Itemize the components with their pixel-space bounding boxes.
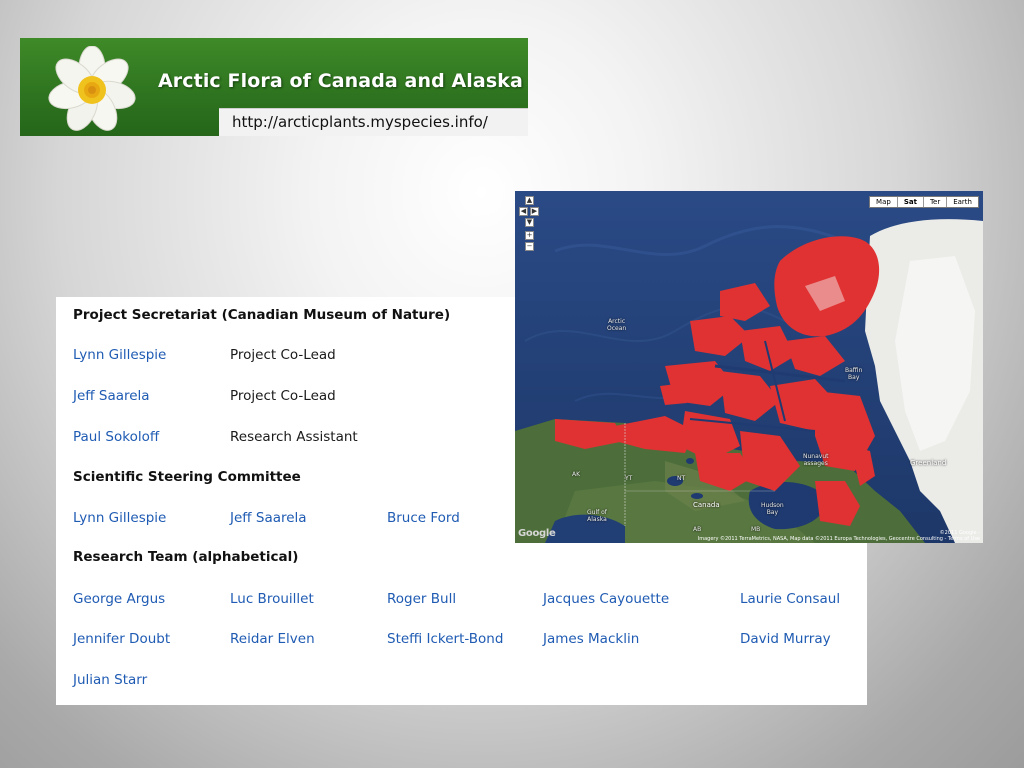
secretariat-name-link[interactable]: Lynn Gillespie bbox=[73, 347, 166, 363]
map-type-switcher: Map Sat Ter Earth bbox=[869, 196, 979, 208]
research-member-link[interactable]: Laurie Consaul bbox=[740, 591, 840, 607]
dryas-flower-logo bbox=[48, 46, 136, 131]
research-member-link[interactable]: Luc Brouillet bbox=[230, 591, 314, 607]
research-member-link[interactable]: Jennifer Doubt bbox=[73, 631, 170, 647]
map-attribution-line2[interactable]: Imagery ©2011 TerraMetrics, NASA, Map da… bbox=[698, 536, 980, 542]
map-label-arctic-ocean: Arctic Ocean bbox=[607, 318, 627, 332]
map-label-gulf-alaska: Gulf of Alaska bbox=[587, 509, 607, 523]
map-label-hudson-bay: Hudson Bay bbox=[761, 502, 784, 516]
map-type-ter[interactable]: Ter bbox=[922, 197, 947, 207]
research-member-link[interactable]: Julian Starr bbox=[73, 672, 147, 688]
research-member-link[interactable]: George Argus bbox=[73, 591, 165, 607]
secretariat-name-link[interactable]: Jeff Saarela bbox=[73, 388, 150, 404]
map-type-map[interactable]: Map bbox=[870, 197, 897, 207]
map-attribution: ©2011 Google - Imagery ©2011 TerraMetric… bbox=[698, 530, 980, 542]
research-member-link[interactable]: David Murray bbox=[740, 631, 831, 647]
steering-heading: Scientific Steering Committee bbox=[73, 469, 301, 485]
research-member-link[interactable]: Roger Bull bbox=[387, 591, 456, 607]
secretariat-name-link[interactable]: Paul Sokoloff bbox=[73, 429, 159, 445]
secretariat-role: Research Assistant bbox=[230, 429, 358, 445]
map-label-ak: AK bbox=[572, 471, 581, 478]
site-title: Arctic Flora of Canada and Alaska bbox=[158, 70, 523, 92]
pan-left-icon[interactable]: ◀ bbox=[519, 207, 528, 216]
pan-up-icon[interactable]: ▲ bbox=[525, 196, 534, 205]
research-member-link[interactable]: James Macklin bbox=[543, 631, 639, 647]
steering-member-link[interactable]: Lynn Gillespie bbox=[73, 510, 166, 526]
steering-member-link[interactable]: Bruce Ford bbox=[387, 510, 460, 526]
pan-down-icon[interactable]: ▼ bbox=[525, 218, 534, 227]
site-banner: Arctic Flora of Canada and Alaska http:/… bbox=[20, 38, 528, 136]
satellite-map-imagery bbox=[515, 191, 983, 543]
map-label-nunavut: Nunavut assages bbox=[803, 453, 829, 467]
research-member-link[interactable]: Steffi Ickert-Bond bbox=[387, 631, 503, 647]
map-type-earth[interactable]: Earth bbox=[946, 197, 978, 207]
steering-member-link[interactable]: Jeff Saarela bbox=[230, 510, 307, 526]
map-label-canada: Canada bbox=[693, 501, 720, 509]
secretariat-role: Project Co-Lead bbox=[230, 388, 336, 404]
map-label-greenland: Greenland bbox=[910, 459, 947, 467]
pan-right-icon[interactable]: ▶ bbox=[530, 207, 539, 216]
zoom-out-icon[interactable]: − bbox=[525, 242, 534, 251]
map-label-baffin-bay: Baffin Bay bbox=[845, 367, 863, 381]
secretariat-heading: Project Secretariat (Canadian Museum of … bbox=[73, 307, 451, 323]
arctic-range-map[interactable]: ▲ ◀ ▶ ▼ + − Map Sat Ter Earth Arctic Oce… bbox=[515, 191, 983, 543]
secretariat-role: Project Co-Lead bbox=[230, 347, 336, 363]
google-logo[interactable]: Google bbox=[518, 528, 556, 539]
research-member-link[interactable]: Reidar Elven bbox=[230, 631, 315, 647]
zoom-in-icon[interactable]: + bbox=[525, 231, 534, 240]
map-type-sat[interactable]: Sat bbox=[896, 197, 923, 207]
site-url[interactable]: http://arcticplants.myspecies.info/ bbox=[219, 108, 528, 136]
map-label-yt: YT bbox=[625, 475, 633, 482]
research-heading: Research Team (alphabetical) bbox=[73, 549, 299, 565]
research-member-link[interactable]: Jacques Cayouette bbox=[543, 591, 669, 607]
map-label-nt: NT bbox=[677, 475, 686, 482]
